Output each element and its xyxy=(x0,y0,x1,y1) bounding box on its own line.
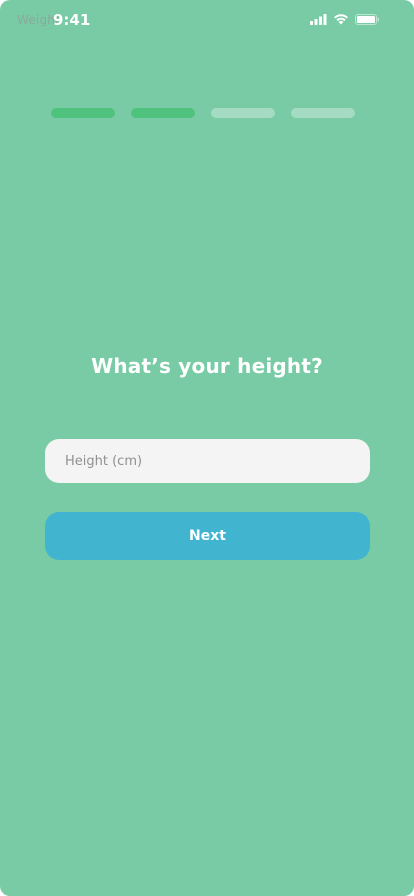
status-icons xyxy=(310,13,379,25)
page-title: What’s your height? xyxy=(91,354,323,378)
progress-step-2 xyxy=(131,108,195,118)
status-time: 9:41 xyxy=(53,11,91,29)
onboarding-progress xyxy=(51,108,355,118)
progress-step-3 xyxy=(211,108,275,118)
progress-step-4 xyxy=(291,108,355,118)
cellular-signal-icon xyxy=(310,13,327,25)
battery-icon xyxy=(355,13,379,25)
wifi-icon xyxy=(333,13,349,25)
next-button[interactable]: Next xyxy=(45,512,370,560)
app-screen: Weight 9:41 What’s your height? Height (… xyxy=(0,0,414,896)
progress-step-1 xyxy=(51,108,115,118)
height-input[interactable] xyxy=(45,439,370,483)
